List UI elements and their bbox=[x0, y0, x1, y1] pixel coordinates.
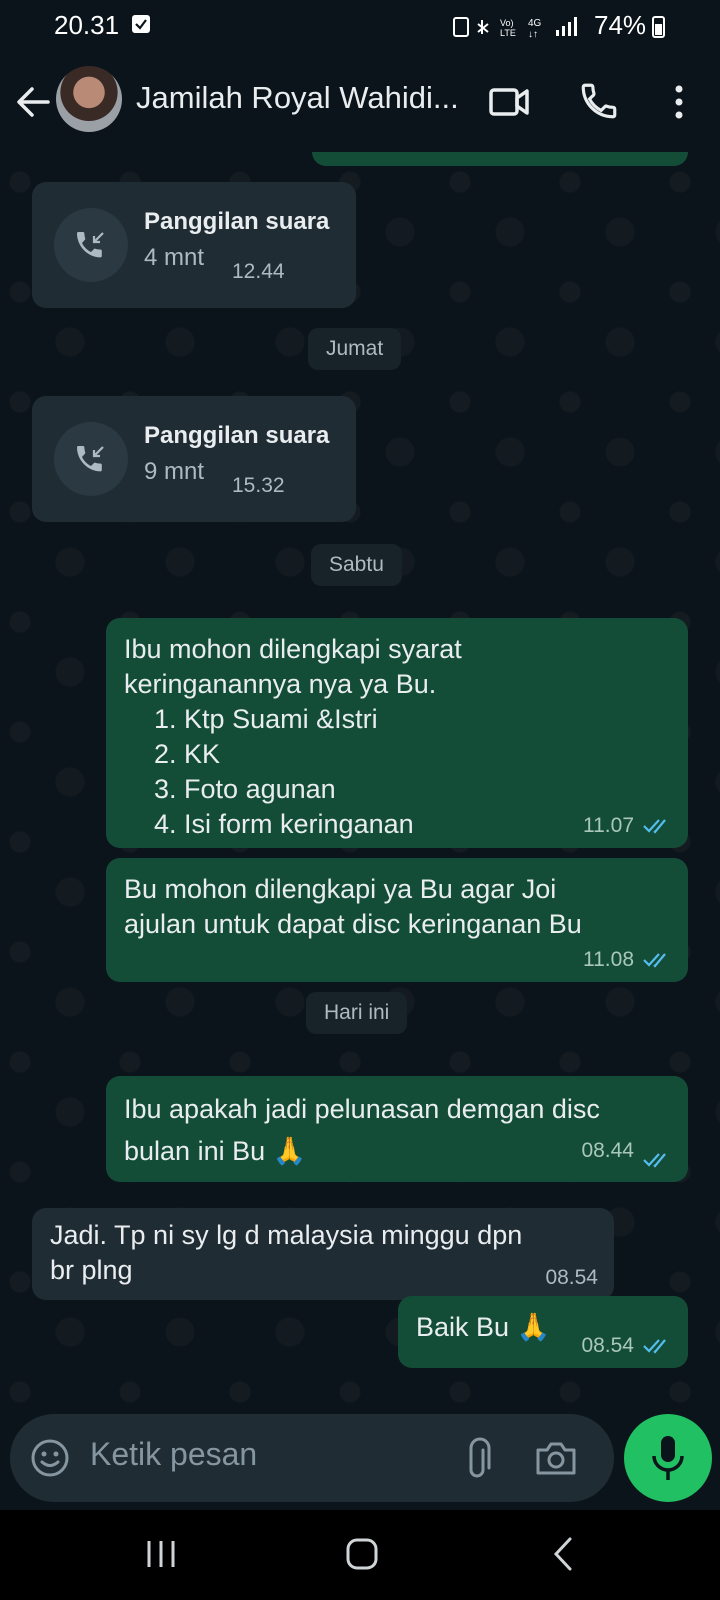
read-ticks-icon bbox=[642, 817, 672, 835]
svg-text:LTE: LTE bbox=[500, 28, 516, 38]
read-ticks-icon bbox=[642, 1142, 672, 1168]
call-time: 15.32 bbox=[232, 474, 285, 497]
message-input-box[interactable]: Ketik pesan bbox=[10, 1414, 614, 1502]
date-chip: Hari ini bbox=[306, 992, 408, 1034]
outgoing-message[interactable]: Ibu apakah jadi pelunasan demgan disc bu… bbox=[106, 1076, 688, 1182]
message-time: 08.44 bbox=[581, 1139, 634, 1162]
battery-icon bbox=[652, 16, 665, 38]
emoji-icon[interactable] bbox=[30, 1438, 70, 1478]
signal-icons: Vo) LTE 4G ↓↑ bbox=[452, 14, 582, 43]
date-chip: Jumat bbox=[308, 328, 402, 370]
incoming-message[interactable]: Jadi. Tp ni sy lg d malaysia minggu dpn … bbox=[32, 1208, 614, 1300]
contact-avatar[interactable] bbox=[56, 66, 122, 132]
message-meta: 11.07 bbox=[583, 814, 672, 838]
message-meta: 08.54 bbox=[581, 1334, 672, 1358]
composer-bar: Ketik pesan bbox=[0, 1414, 720, 1510]
call-duration: 4 mnt bbox=[144, 244, 205, 271]
outgoing-message[interactable]: Baik Bu 🙏 08.54 bbox=[398, 1296, 688, 1368]
status-time: 20.31 bbox=[54, 10, 120, 40]
read-ticks-icon bbox=[642, 951, 672, 969]
more-options-icon[interactable] bbox=[664, 80, 694, 124]
message-text: Bu mohon dilengkapi ya Bu agar Joi ajula… bbox=[124, 874, 582, 939]
attach-icon[interactable] bbox=[462, 1436, 498, 1480]
missed-call-icon bbox=[54, 208, 128, 282]
camera-icon[interactable] bbox=[534, 1438, 578, 1478]
message-meta: 08.54 bbox=[545, 1266, 598, 1290]
contact-name[interactable]: Jamilah Royal Wahidi... bbox=[136, 80, 466, 116]
back-arrow-icon[interactable] bbox=[14, 82, 54, 122]
system-navigation-bar bbox=[0, 1510, 720, 1600]
missed-call-icon bbox=[54, 422, 128, 496]
svg-text:Vo): Vo) bbox=[500, 18, 514, 28]
voice-message-mic-button[interactable] bbox=[624, 1414, 712, 1502]
message-text: Ibu mohon dilengkapi syarat keringananny… bbox=[124, 634, 462, 839]
svg-text:↓↑: ↓↑ bbox=[528, 29, 538, 40]
notification-check-icon bbox=[132, 15, 150, 33]
message-time: 11.08 bbox=[583, 948, 634, 971]
status-bar: 20.31 Vo) LTE 4G ↓↑ 74% bbox=[0, 0, 720, 52]
chat-header: Jamilah Royal Wahidi... bbox=[0, 52, 720, 152]
call-title: Panggilan suara bbox=[144, 208, 330, 235]
message-time: 11.07 bbox=[583, 814, 634, 837]
outgoing-message[interactable]: Bu mohon dilengkapi ya Bu agar Joi ajula… bbox=[106, 858, 688, 982]
message-meta: 11.08 bbox=[583, 948, 672, 972]
message-text: Jadi. Tp ni sy lg d malaysia minggu dpn … bbox=[50, 1220, 523, 1285]
mic-icon bbox=[652, 1436, 684, 1480]
call-time: 12.44 bbox=[232, 260, 285, 283]
message-input-placeholder[interactable]: Ketik pesan bbox=[90, 1436, 257, 1473]
voice-call-bubble[interactable]: Panggilan suara 9 mnt 15.32 bbox=[32, 396, 356, 522]
read-ticks-icon bbox=[642, 1337, 672, 1355]
message-bubble-partial bbox=[312, 152, 688, 166]
recent-apps-icon[interactable] bbox=[144, 1538, 178, 1570]
voice-call-bubble[interactable]: Panggilan suara 4 mnt 12.44 bbox=[32, 182, 356, 308]
outgoing-message[interactable]: Ibu mohon dilengkapi syarat keringananny… bbox=[106, 618, 688, 848]
call-title: Panggilan suara bbox=[144, 422, 330, 449]
chat-area[interactable]: Panggilan suara 4 mnt 12.44 Jumat Panggi… bbox=[0, 152, 720, 1414]
voice-call-icon[interactable] bbox=[578, 80, 620, 122]
call-duration: 9 mnt bbox=[144, 458, 205, 485]
video-call-icon[interactable] bbox=[488, 82, 530, 122]
date-chip: Sabtu bbox=[311, 544, 402, 586]
svg-text:4G: 4G bbox=[528, 18, 542, 29]
message-meta: 08.44 bbox=[581, 1130, 672, 1172]
nav-back-icon[interactable] bbox=[548, 1536, 578, 1572]
message-time: 08.54 bbox=[581, 1334, 634, 1357]
message-time: 08.54 bbox=[545, 1266, 598, 1289]
battery-level: 74% bbox=[594, 10, 647, 40]
home-icon[interactable] bbox=[346, 1538, 378, 1570]
